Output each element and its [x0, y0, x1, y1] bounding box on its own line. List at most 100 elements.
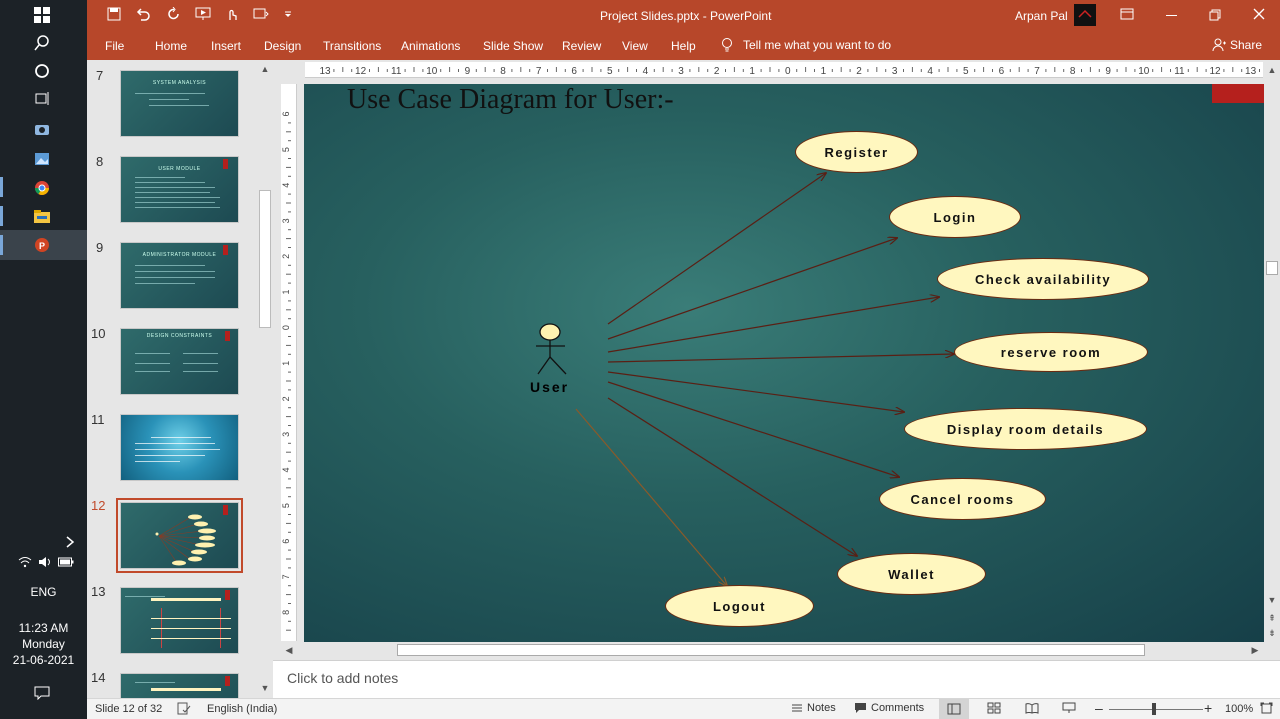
- slide-thumbnail[interactable]: SYSTEM ANALYSIS: [120, 70, 239, 137]
- ruler-tick-label: 8: [1070, 66, 1076, 77]
- photos-app-icon[interactable]: [30, 148, 54, 170]
- customize-toolbar-icon[interactable]: [283, 9, 293, 19]
- share-button[interactable]: Share: [1212, 38, 1262, 52]
- slide-sorter-qat-icon[interactable]: [253, 7, 269, 21]
- slide-thumbnail[interactable]: [120, 414, 239, 481]
- use-case-check-availability[interactable]: Check availability: [937, 258, 1149, 300]
- tab-slide-show[interactable]: Slide Show: [483, 39, 543, 53]
- slide-thumbnail[interactable]: USER MODULE: [120, 156, 239, 223]
- notes-button[interactable]: Notes: [791, 702, 836, 714]
- slide-thumbnail[interactable]: [120, 587, 239, 654]
- file-explorer-icon[interactable]: [30, 206, 54, 228]
- scroll-left-icon[interactable]: ◀: [283, 644, 295, 656]
- powerpoint-icon[interactable]: P: [30, 234, 54, 256]
- ruler-tick-label: 0: [281, 325, 291, 330]
- clock-day: Monday: [22, 637, 65, 651]
- normal-view-button[interactable]: [939, 699, 969, 719]
- use-case-wallet[interactable]: Wallet: [837, 553, 986, 595]
- association-login: [607, 238, 897, 340]
- notes-pane[interactable]: Click to add notes: [273, 660, 1280, 698]
- minimize-icon[interactable]: [1166, 15, 1177, 16]
- use-case-cancel-rooms[interactable]: Cancel rooms: [879, 478, 1046, 520]
- start-from-beginning-icon[interactable]: [195, 7, 211, 21]
- scroll-down-icon[interactable]: ▼: [1266, 594, 1278, 606]
- previous-slide-icon[interactable]: ⇞: [1266, 612, 1278, 624]
- scrollbar-thumb[interactable]: [397, 644, 1145, 656]
- zoom-level[interactable]: 100%: [1225, 703, 1253, 715]
- use-case-register[interactable]: Register: [795, 131, 918, 173]
- scroll-up-icon[interactable]: ▲: [1266, 64, 1278, 76]
- tab-review[interactable]: Review: [562, 39, 601, 53]
- comments-label: Comments: [871, 702, 925, 714]
- tab-help[interactable]: Help: [671, 39, 696, 53]
- slide-canvas[interactable]: Use Case Diagram for User:- User Registe…: [304, 84, 1264, 642]
- tab-home[interactable]: Home: [155, 39, 187, 53]
- ribbon-display-options-icon[interactable]: [1120, 8, 1134, 23]
- tab-design[interactable]: Design: [264, 39, 301, 53]
- search-icon[interactable]: [30, 32, 54, 54]
- reading-view-button[interactable]: [1025, 702, 1039, 717]
- zoom-out-icon[interactable]: –: [1095, 700, 1103, 716]
- slide-thumbnail[interactable]: ADMINISTRATOR MODULE: [120, 242, 239, 309]
- use-case-login[interactable]: Login: [889, 196, 1021, 238]
- slide-thumbnail[interactable]: [120, 673, 239, 698]
- use-case-display-room-details[interactable]: Display room details: [904, 408, 1147, 450]
- tab-view[interactable]: View: [622, 39, 648, 53]
- avatar[interactable]: [1074, 4, 1096, 26]
- tab-file[interactable]: File: [105, 39, 124, 53]
- slide-thumbnail-selected[interactable]: [116, 498, 243, 573]
- restore-icon[interactable]: [1209, 9, 1221, 24]
- scrollbar-thumb[interactable]: [1266, 261, 1278, 275]
- use-case-logout[interactable]: Logout: [665, 585, 814, 627]
- language-status[interactable]: English (India): [207, 703, 277, 715]
- next-slide-icon[interactable]: ⇟: [1266, 627, 1278, 639]
- chevron-right-icon[interactable]: [58, 531, 82, 553]
- language-indicator[interactable]: ENG: [0, 585, 87, 599]
- zoom-in-icon[interactable]: +: [1204, 700, 1212, 716]
- ruler-tick-label: 10: [1138, 66, 1150, 77]
- close-icon[interactable]: [1253, 8, 1265, 23]
- actor-label[interactable]: User: [530, 379, 569, 395]
- slide-vertical-scrollbar[interactable]: ▲ ▼ ⇞ ⇟: [1264, 62, 1280, 642]
- use-case-reserve-room[interactable]: reserve room: [954, 332, 1148, 372]
- notes-placeholder[interactable]: Click to add notes: [287, 670, 398, 686]
- save-icon[interactable]: [107, 7, 121, 21]
- slide-sorter-button[interactable]: [987, 702, 1001, 717]
- clock[interactable]: 11:23 AM Monday 21-06-2021: [0, 620, 87, 668]
- tab-animations[interactable]: Animations: [401, 39, 460, 53]
- tab-transitions[interactable]: Transitions: [323, 39, 381, 53]
- ruler-tick-label: 4: [281, 183, 291, 188]
- system-tray-icons[interactable]: [18, 556, 74, 568]
- slide-show-button[interactable]: [1062, 702, 1076, 717]
- thumbnail-number: 8: [96, 154, 104, 169]
- redo-icon[interactable]: [167, 7, 181, 21]
- task-view-icon[interactable]: [30, 88, 54, 110]
- scroll-right-icon[interactable]: ▶: [1249, 644, 1261, 656]
- scroll-up-icon[interactable]: ▲: [259, 63, 271, 75]
- camera-app-icon[interactable]: [30, 118, 54, 140]
- normal-view-icon: [947, 703, 961, 715]
- tell-me-box[interactable]: Tell me what you want to do: [721, 37, 891, 53]
- thumbnails-scrollbar[interactable]: ▲ ▼: [257, 60, 273, 698]
- cortana-icon[interactable]: [30, 60, 54, 82]
- scroll-down-icon[interactable]: ▼: [259, 682, 271, 694]
- tab-insert[interactable]: Insert: [211, 39, 241, 53]
- ruler-tick-label: 2: [281, 254, 291, 259]
- comments-button[interactable]: Comments: [854, 702, 924, 714]
- ruler-tick-label: 4: [927, 66, 933, 77]
- spelling-check-icon[interactable]: [177, 702, 191, 718]
- zoom-slider-thumb[interactable]: [1152, 703, 1156, 715]
- slide-horizontal-scrollbar[interactable]: ◀ ▶: [281, 642, 1264, 658]
- slide-thumbnail[interactable]: DESIGN CONSTRAINTS: [120, 328, 239, 395]
- fit-to-window-icon[interactable]: [1260, 702, 1273, 718]
- chrome-icon[interactable]: [30, 177, 54, 199]
- scrollbar-thumb[interactable]: [259, 190, 271, 328]
- zoom-slider[interactable]: [1109, 709, 1203, 710]
- notification-icon[interactable]: [30, 682, 54, 704]
- touch-mode-icon[interactable]: [225, 7, 239, 21]
- undo-icon[interactable]: [135, 7, 153, 21]
- actor-figure[interactable]: [536, 323, 567, 375]
- account-name[interactable]: Arpan Pal: [1015, 9, 1068, 23]
- windows-start-icon[interactable]: [30, 4, 54, 26]
- title-bar: Project Slides.pptx - PowerPoint Arpan P…: [87, 0, 1280, 32]
